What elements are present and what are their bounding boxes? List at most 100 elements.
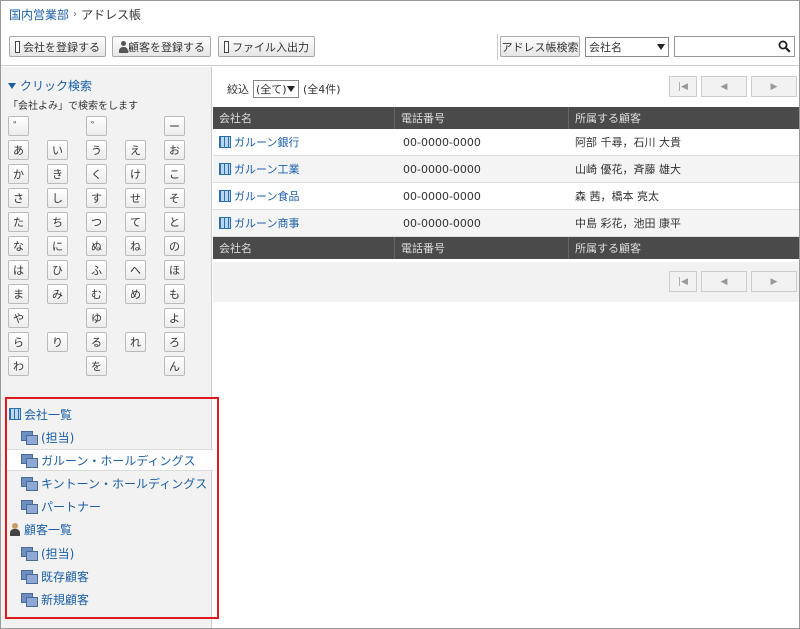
filter-select[interactable]: (全て) <box>253 80 299 98</box>
kana-button[interactable]: な <box>8 236 29 256</box>
kana-button[interactable]: ひ <box>47 260 68 280</box>
tree-customer-list[interactable]: 顧客一覧 <box>9 518 72 540</box>
kana-button[interactable]: て <box>125 212 146 232</box>
kana-button[interactable]: へ <box>125 260 146 280</box>
kana-button[interactable]: き <box>47 164 68 184</box>
tree-company-assigned[interactable]: (担当) <box>21 426 74 448</box>
kana-button[interactable]: け <box>125 164 146 184</box>
kana-button[interactable]: こ <box>164 164 185 184</box>
register-customer-button[interactable]: 顧客を登録する <box>112 36 211 57</box>
tree-customer-existing[interactable]: 既存顧客 <box>21 565 89 587</box>
kana-button[interactable]: そ <box>164 188 185 208</box>
kana-button[interactable]: に <box>47 236 68 256</box>
breadcrumb-parent-link[interactable]: 国内営業部 <box>9 6 69 23</box>
kana-button[interactable]: わ <box>8 356 29 376</box>
kana-button[interactable]: ゜ <box>86 116 107 136</box>
kana-button[interactable]: ら <box>8 332 29 352</box>
kana-button[interactable]: ろ <box>164 332 185 352</box>
triangle-down-icon <box>8 82 16 89</box>
kana-button[interactable]: め <box>125 284 146 304</box>
kana-button[interactable]: ま <box>8 284 29 304</box>
quick-search-toggle[interactable]: クリック検索 <box>8 77 92 94</box>
prev-page-icon[interactable]: ◀ <box>701 76 747 97</box>
kana-button[interactable]: よ <box>164 308 185 328</box>
kana-button[interactable]: ち <box>47 212 68 232</box>
building-icon <box>219 163 231 175</box>
tree-company-partner[interactable]: パートナー <box>21 495 101 517</box>
kana-button[interactable]: は <box>8 260 29 280</box>
customers-cell: 山崎 優花，斉藤 雄大 <box>575 163 681 176</box>
column-footer-company[interactable]: 会社名 <box>213 237 395 259</box>
main-panel: 絞込 (全て) (全4件) |◀ ◀ ▶ 会社名 電話番号 所属する顧客 ガルー… <box>213 67 799 628</box>
tree-item-label: ガルーン・ホールディングス <box>41 453 196 468</box>
tree-company-kintone-holdings[interactable]: キントーン・ホールディングス <box>21 472 207 494</box>
kana-button[interactable]: ゛ <box>8 116 29 136</box>
kana-button[interactable]: み <box>47 284 68 304</box>
kana-button[interactable]: し <box>47 188 68 208</box>
tree-item-label: (担当) <box>41 430 75 445</box>
table-body: ガルーン銀行 00-0000-0000 阿部 千尋，石川 大貴 ガルーン工業 00-00… <box>213 129 799 237</box>
company-link[interactable]: ガルーン食品 <box>234 188 299 204</box>
kana-button[interactable]: れ <box>125 332 146 352</box>
tree-customer-new[interactable]: 新規顧客 <box>21 588 89 610</box>
kana-button[interactable]: た <box>8 212 29 232</box>
kana-button[interactable]: り <box>47 332 68 352</box>
prev-page-icon[interactable]: ◀ <box>701 271 747 292</box>
first-page-icon[interactable]: |◀ <box>669 271 697 292</box>
kana-button[interactable]: と <box>164 212 185 232</box>
column-footer-phone[interactable]: 電話番号 <box>395 237 569 259</box>
tree-company-garoon-holdings[interactable]: ガルーン・ホールディングス <box>7 449 213 471</box>
company-link[interactable]: ガルーン商事 <box>234 215 299 231</box>
next-page-icon[interactable]: ▶ <box>751 271 797 292</box>
kana-button[interactable]: く <box>86 164 107 184</box>
kana-button[interactable]: あ <box>8 140 29 160</box>
file-io-button[interactable]: ファイル入出力 <box>218 36 315 57</box>
kana-button[interactable]: ぬ <box>86 236 107 256</box>
kana-button[interactable]: す <box>86 188 107 208</box>
kana-button[interactable]: や <box>8 308 29 328</box>
column-header-phone[interactable]: 電話番号 <box>395 107 569 129</box>
kana-button[interactable]: の <box>164 236 185 256</box>
kana-button[interactable]: え <box>125 140 146 160</box>
search-field-select[interactable]: 会社名 <box>585 37 669 57</box>
tree-item-label: パートナー <box>41 499 102 514</box>
company-link[interactable]: ガルーン銀行 <box>234 134 299 150</box>
kana-button[interactable]: さ <box>8 188 29 208</box>
company-cell[interactable]: ガルーン食品 <box>213 183 395 209</box>
kana-button[interactable]: も <box>164 284 185 304</box>
company-cell[interactable]: ガルーン工業 <box>213 156 395 182</box>
tree-company-list[interactable]: 会社一覧 <box>9 403 72 425</box>
kana-button[interactable]: い <box>47 140 68 160</box>
kana-button[interactable]: せ <box>125 188 146 208</box>
kana-button[interactable]: ほ <box>164 260 185 280</box>
column-footer-customers[interactable]: 所属する顧客 <box>569 237 799 259</box>
company-link[interactable]: ガルーン工業 <box>234 161 299 177</box>
register-company-button[interactable]: 会社を登録する <box>9 36 106 57</box>
kana-button[interactable]: か <box>8 164 29 184</box>
kana-button[interactable]: ゆ <box>86 308 107 328</box>
tree-item-label: 既存顧客 <box>41 569 90 584</box>
kana-button[interactable]: る <box>86 332 107 352</box>
company-cell[interactable]: ガルーン銀行 <box>213 129 395 155</box>
column-header-company[interactable]: 会社名 <box>213 107 395 129</box>
kana-button[interactable]: ふ <box>86 260 107 280</box>
kana-button[interactable]: お <box>164 140 185 160</box>
table-row: ガルーン工業 00-0000-0000 山崎 優花，斉藤 雄大 <box>213 156 799 183</box>
next-page-icon[interactable]: ▶ <box>751 76 797 97</box>
kana-button[interactable]: ー <box>164 116 185 136</box>
kana-button[interactable]: ん <box>164 356 185 376</box>
search-input[interactable] <box>674 36 795 57</box>
address-search-button[interactable]: アドレス帳検索 <box>500 36 580 57</box>
kana-button[interactable]: を <box>86 356 107 376</box>
kana-button[interactable]: う <box>86 140 107 160</box>
file-icon <box>224 40 229 53</box>
column-header-customers[interactable]: 所属する顧客 <box>569 107 799 129</box>
search-icon[interactable] <box>778 40 791 53</box>
tree-customer-assigned[interactable]: (担当) <box>21 542 74 564</box>
first-page-icon[interactable]: |◀ <box>669 76 697 97</box>
kana-button[interactable]: む <box>86 284 107 304</box>
kana-button[interactable]: つ <box>86 212 107 232</box>
company-cell[interactable]: ガルーン商事 <box>213 210 395 236</box>
kana-button[interactable]: ね <box>125 236 146 256</box>
person-icon <box>9 522 21 536</box>
